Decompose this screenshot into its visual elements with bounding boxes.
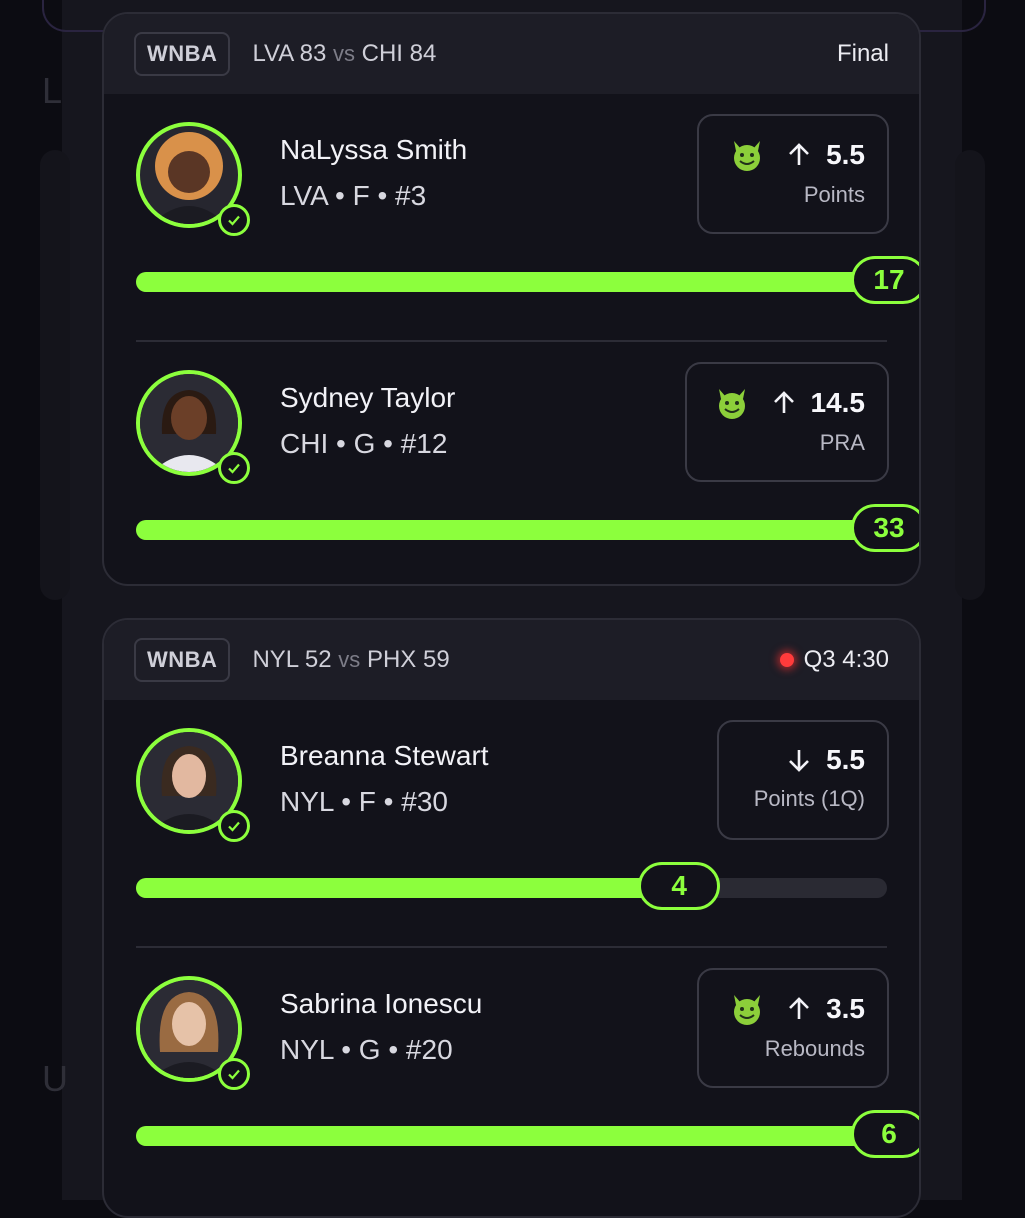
home-score: 59 (422, 646, 450, 673)
vs-label: vs (338, 647, 361, 672)
pick-box[interactable]: 5.5 Points (1Q) (717, 720, 889, 840)
player-row[interactable]: Sydney Taylor CHI • G • #12 14.5 PRA 33 (104, 342, 919, 584)
game-status: Q3 4:30 (779, 646, 889, 674)
progress-fill (136, 520, 887, 540)
background-text: U (42, 1058, 68, 1099)
pick-box[interactable]: 3.5 Rebounds (697, 968, 889, 1088)
background-text: L (42, 70, 63, 111)
progress-track: 4 (136, 862, 887, 910)
devil-emoji-icon (715, 386, 749, 420)
arrow-up-icon (786, 142, 812, 168)
home-score: 84 (409, 40, 437, 67)
game-status-label: Final (836, 40, 889, 67)
progress-track: 6 (136, 1110, 919, 1158)
pick-line-value: 5.5 (826, 139, 865, 170)
player-name: Breanna Stewart (280, 740, 489, 771)
pick-line: 14.5 (713, 386, 865, 420)
pick-stat: PRA (819, 430, 865, 455)
away-team: LVA (252, 40, 293, 67)
pick-line: 3.5 (725, 992, 865, 1026)
progress-fill (136, 272, 887, 292)
pick-line-value: 5.5 (826, 744, 865, 775)
progress-track: 33 (136, 504, 919, 552)
game-card[interactable]: WNBA NYL 52 vs PHX 59 Q3 4:30 Breanna St… (102, 618, 921, 1218)
background-card (955, 150, 985, 600)
game-status-label: Q3 4:30 (803, 646, 889, 673)
current-value-bubble: 33 (851, 504, 919, 552)
league-badge: WNBA (134, 32, 231, 76)
game-header: WNBA NYL 52 vs PHX 59 Q3 4:30 (104, 620, 919, 700)
pick-box[interactable]: 5.5 Points (697, 114, 889, 234)
player-meta: NYL • G • #20 (280, 1034, 453, 1065)
matchup: NYL 52 vs PHX 59 (252, 646, 449, 674)
away-team: NYL (252, 646, 299, 673)
player-name: Sabrina Ionescu (280, 988, 483, 1019)
pick-line-value: 3.5 (826, 993, 865, 1024)
check-icon (218, 810, 250, 842)
player-row[interactable]: NaLyssa Smith LVA • F • #3 5.5 Points 17 (104, 94, 919, 340)
player-row[interactable]: Breanna Stewart NYL • F • #30 5.5 Points… (104, 700, 919, 946)
check-icon (218, 1058, 250, 1090)
arrow-up-icon (771, 390, 797, 416)
current-value-bubble: 4 (638, 862, 721, 910)
background-card (40, 150, 70, 600)
arrow-down-icon (786, 747, 812, 773)
matchup: LVA 83 vs CHI 84 (252, 40, 436, 68)
player-name: NaLyssa Smith (280, 134, 468, 165)
player-meta: CHI • G • #12 (280, 428, 448, 459)
devil-emoji-icon (730, 138, 764, 172)
progress-fill (136, 878, 685, 898)
progress-fill (136, 1126, 887, 1146)
progress-track: 17 (136, 256, 919, 304)
pick-line: 5.5 (725, 138, 865, 172)
away-score: 52 (304, 646, 332, 673)
pick-box[interactable]: 14.5 PRA (685, 362, 889, 482)
current-value-bubble: 17 (851, 256, 919, 304)
game-card[interactable]: WNBA LVA 83 vs CHI 84 Final NaLyssa Smit… (102, 12, 921, 586)
check-icon (218, 204, 250, 236)
pick-line-value: 14.5 (810, 387, 866, 418)
pick-stat: Points (1Q) (753, 786, 865, 811)
current-value-bubble: 6 (851, 1110, 919, 1158)
away-score: 83 (299, 40, 327, 67)
home-team: CHI (361, 40, 403, 67)
devil-emoji-icon (730, 992, 764, 1026)
vs-label: vs (332, 41, 355, 66)
game-header: WNBA LVA 83 vs CHI 84 Final (104, 14, 919, 94)
player-name: Sydney Taylor (280, 382, 456, 413)
player-meta: NYL • F • #30 (280, 786, 448, 817)
pick-stat: Points (803, 182, 865, 207)
check-icon (218, 452, 250, 484)
game-status: Final (837, 40, 889, 68)
home-team: PHX (366, 646, 417, 673)
player-row[interactable]: Sabrina Ionescu NYL • G • #20 3.5 Reboun… (104, 948, 919, 1194)
arrow-up-icon (786, 996, 812, 1022)
league-badge: WNBA (134, 638, 231, 682)
pick-stat: Rebounds (764, 1036, 865, 1061)
pick-line: 5.5 (745, 744, 865, 776)
live-indicator-icon (779, 653, 794, 667)
player-meta: LVA • F • #3 (280, 180, 427, 211)
